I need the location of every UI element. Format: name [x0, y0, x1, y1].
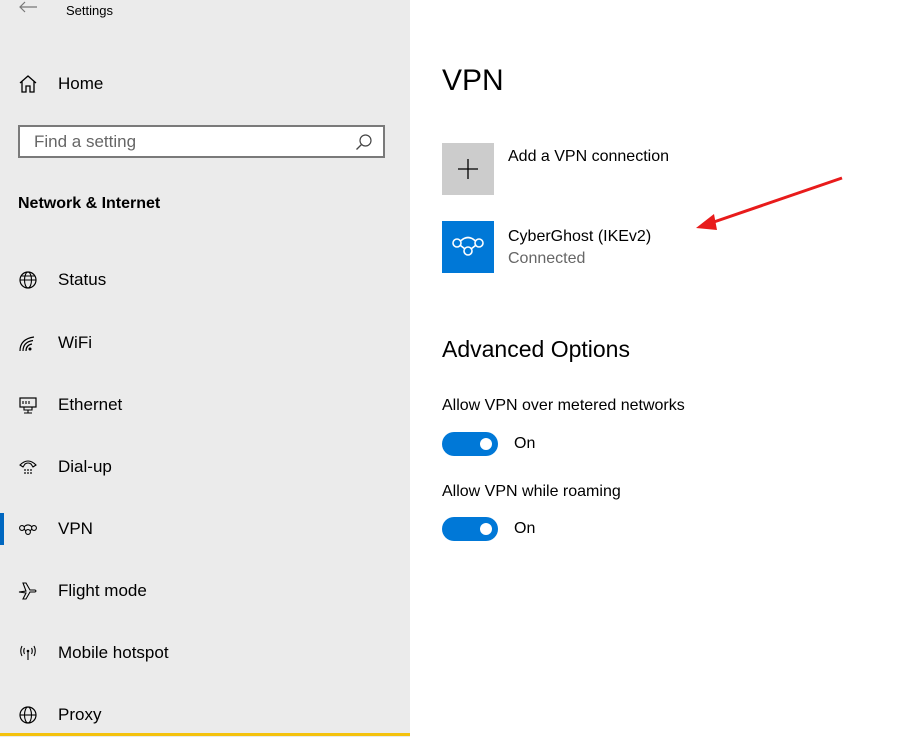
- proxy-globe-icon: [18, 705, 38, 725]
- sidebar-item-label: Home: [58, 74, 104, 93]
- airplane-icon: [18, 581, 38, 601]
- back-arrow-icon[interactable]: [17, 0, 39, 20]
- vpn-icon: [18, 519, 38, 539]
- sidebar-item-vpn[interactable]: VPN: [0, 509, 410, 549]
- vpn-connection-tile: [442, 221, 494, 273]
- dial-up-icon: [18, 457, 38, 477]
- sidebar-item-flight-mode[interactable]: Flight mode: [0, 571, 410, 611]
- sidebar-item-label: WiFi: [58, 333, 92, 352]
- plus-icon: [458, 159, 478, 179]
- sidebar-item-label: Status: [58, 270, 107, 289]
- main-content: VPN Add a VPN connection CyberGhost (IKE…: [410, 0, 910, 737]
- add-vpn-label: Add a VPN connection: [508, 148, 669, 165]
- metered-networks-toggle[interactable]: [442, 432, 498, 456]
- sidebar-item-home[interactable]: Home: [0, 66, 410, 102]
- metered-toggle-state: On: [514, 435, 536, 452]
- sidebar-item-label: Flight mode: [58, 581, 147, 600]
- add-vpn-tile: [442, 143, 494, 195]
- sidebar-item-label: Dial-up: [58, 457, 112, 476]
- annotation-arrow-icon: [696, 176, 843, 230]
- section-header: Network & Internet: [18, 195, 161, 212]
- search-input[interactable]: [20, 127, 364, 156]
- roaming-toggle[interactable]: [442, 517, 498, 541]
- vpn-connection-status: Connected: [508, 250, 586, 267]
- roaming-toggle-state: On: [514, 520, 536, 537]
- sidebar-item-label: Ethernet: [58, 395, 123, 414]
- page-title: VPN: [442, 64, 504, 97]
- wifi-icon: [18, 333, 38, 353]
- toggle-knob: [480, 523, 492, 535]
- title-bar: Settings: [0, 0, 410, 24]
- option-roaming-label: Allow VPN while roaming: [442, 483, 621, 500]
- option-metered-label: Allow VPN over metered networks: [442, 397, 685, 414]
- search-icon[interactable]: [355, 133, 373, 151]
- sidebar: Settings Home Network & Internet Status …: [0, 0, 410, 737]
- sidebar-item-wifi[interactable]: WiFi: [0, 323, 410, 363]
- vpn-connection-name: CyberGhost (IKEv2): [508, 228, 652, 245]
- sidebar-item-mobile-hotspot[interactable]: Mobile hotspot: [0, 633, 410, 673]
- app-title: Settings: [66, 3, 113, 18]
- hotspot-icon: [18, 643, 38, 663]
- search-box[interactable]: [18, 125, 385, 158]
- ethernet-icon: [18, 395, 38, 415]
- status-globe-icon: [18, 270, 38, 290]
- home-icon: [18, 74, 38, 94]
- toggle-knob: [480, 438, 492, 450]
- sidebar-item-label: Mobile hotspot: [58, 643, 169, 662]
- advanced-options-title: Advanced Options: [442, 336, 630, 362]
- sidebar-item-dial-up[interactable]: Dial-up: [0, 447, 410, 487]
- sidebar-item-label: VPN: [58, 519, 93, 538]
- vpn-icon: [452, 236, 484, 256]
- sidebar-item-status[interactable]: Status: [0, 260, 410, 300]
- sidebar-item-label: Proxy: [58, 705, 102, 724]
- sidebar-item-proxy[interactable]: Proxy: [0, 695, 410, 735]
- sidebar-item-ethernet[interactable]: Ethernet: [0, 385, 410, 425]
